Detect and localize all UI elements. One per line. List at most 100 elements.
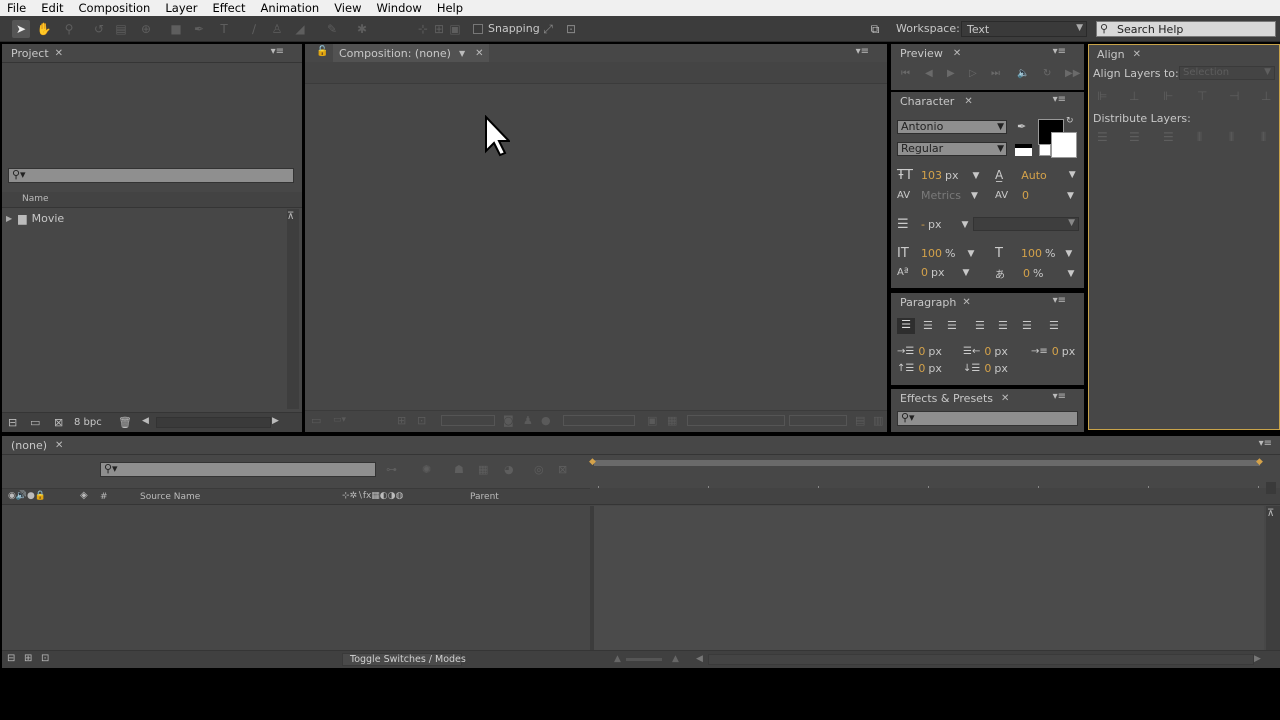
menu-layer[interactable]: Layer [158,1,205,16]
new-folder-icon[interactable]: ▭ [30,416,40,429]
ram-preview-icon[interactable]: ▶▶ [1065,68,1080,79]
snapping-checkbox[interactable] [473,24,483,34]
chevron-down-icon[interactable]: ▼ [973,171,980,181]
work-area-start-icon[interactable]: ◆ [589,457,596,467]
distribute-bottom-icon[interactable]: ☰ [1163,130,1174,144]
trash-icon[interactable]: 🗑 [118,416,132,429]
distribute-vertical-center-icon[interactable]: ☰ [1129,130,1140,144]
no-fill-icon[interactable] [1039,144,1051,156]
selection-tool-icon[interactable]: ➤ [12,20,30,38]
search-help-field[interactable]: ⚲ Search Help [1096,21,1276,37]
scroll-right-icon[interactable]: ▶ [272,416,279,426]
play-icon[interactable]: ▶ [947,68,955,79]
scroll-left-icon[interactable]: ◀ [696,654,703,664]
leading-value[interactable]: Auto [1021,169,1047,182]
tab-effects-presets[interactable]: Effects & Presets ✕ [900,389,1009,407]
close-icon[interactable]: ✕ [55,48,63,59]
tab-preview[interactable]: Preview ✕ [900,44,961,62]
stroke-color-swatch[interactable] [1051,132,1077,158]
distribute-right-icon[interactable]: ⫴ [1261,130,1266,145]
close-icon[interactable]: ✕ [953,48,961,59]
align-right-edges-icon[interactable]: ⊩ [1163,89,1173,103]
space-before-value[interactable]: 0 [918,362,925,375]
snap-edges-icon[interactable]: ⤢ [539,20,557,38]
project-scrollbar[interactable]: ⊼ [287,209,299,409]
workspace-select[interactable]: Text ▼ [961,21,1087,37]
layers-timegraph[interactable] [594,506,1264,650]
font-style-select[interactable]: Regular ▼ [897,142,1007,156]
transparency-grid-icon[interactable]: ▦ [667,414,677,427]
panel-menu-icon[interactable]: ▾≡ [1053,94,1066,105]
align-center-icon[interactable]: ☰ [923,319,933,332]
stroke-type-select[interactable]: ▼ [973,217,1079,231]
distribute-top-icon[interactable]: ☰ [1097,130,1108,144]
menu-effect[interactable]: Effect [205,1,253,16]
hand-tool-icon[interactable]: ✋ [35,20,53,38]
chevron-down-icon[interactable]: ▼ [967,249,974,259]
workspace-icon[interactable]: ⧉ [866,20,884,38]
eyedropper-icon[interactable]: ✒ [1017,120,1026,133]
eraser-tool-icon[interactable]: ◢ [291,20,309,38]
panel-menu-icon[interactable]: ▾≡ [271,46,284,57]
type-tool-icon[interactable]: T [215,20,233,38]
menu-file[interactable]: File [0,1,34,16]
menu-animation[interactable]: Animation [254,1,328,16]
chevron-down-icon[interactable]: ▼ [963,268,970,278]
justify-left-icon[interactable]: ☰ [975,319,985,332]
zoom-slider[interactable] [626,658,662,661]
disclosure-triangle-icon[interactable]: ▶ [6,214,12,223]
rotate-tool-icon[interactable]: ↺ [90,20,108,38]
shy-layers-icon[interactable]: ☗ [454,463,464,476]
align-left-icon[interactable]: ☰ [897,318,915,334]
grid-icon[interactable]: ⊞ [397,414,406,427]
panel-menu-icon[interactable]: ▾≡ [1259,438,1272,449]
tab-timeline-none[interactable]: (none) ✕ [11,436,63,454]
flowchart-icon[interactable]: ⊼ [1267,508,1274,519]
chevron-down-icon[interactable]: ▼ [971,191,978,201]
close-icon[interactable]: ✕ [962,297,970,308]
menu-composition[interactable]: Composition [72,1,159,16]
roto-brush-tool-icon[interactable]: ✎ [323,20,341,38]
align-vertical-center-icon[interactable]: ⊣ [1229,89,1239,103]
close-icon[interactable]: ✕ [55,440,63,451]
next-frame-icon[interactable]: ▷ [969,68,977,79]
fast-preview-icon[interactable]: ▥ [873,414,883,427]
pixel-aspect-icon[interactable]: ▤ [855,414,865,427]
audio-icon[interactable]: 🔈 [1017,68,1029,79]
work-area-end-icon[interactable]: ◆ [1256,457,1263,467]
clone-stamp-tool-icon[interactable]: ♙ [268,20,286,38]
menu-help[interactable]: Help [430,1,471,16]
zoom-tool-icon[interactable]: ⚲ [60,20,78,38]
menu-view[interactable]: View [327,1,369,16]
font-size-value[interactable]: 103 [921,169,942,182]
space-after-value[interactable]: 0 [984,362,991,375]
show-channel-icon[interactable]: ● [541,414,551,427]
zoom-out-icon[interactable]: ▲ [614,654,621,664]
font-family-select[interactable]: Antonio ▼ [897,120,1007,134]
panel-menu-icon[interactable]: ▾≡ [1053,391,1066,402]
tsume-value[interactable]: 0 [1023,267,1030,280]
rectangle-tool-icon[interactable]: ■ [167,20,185,38]
magnification-dropdown[interactable]: ▭▾ [333,415,346,425]
justify-right-icon[interactable]: ☰ [1022,319,1032,332]
chevron-down-icon[interactable]: ▼ [1069,170,1076,180]
effects-search-input[interactable]: ⚲▾ [897,411,1078,426]
align-to-select[interactable]: Selection ▼ [1179,66,1275,80]
panel-menu-icon[interactable]: ▾≡ [1053,46,1066,57]
swap-colors-icon[interactable]: ↻ [1066,116,1074,126]
comp-mini-flowchart-icon[interactable]: ⊶ [386,463,397,476]
chevron-down-icon[interactable]: ▼ [961,220,968,230]
work-area-bar[interactable] [594,460,1260,466]
tab-character[interactable]: Character ✕ [900,92,973,110]
timeline-vscroll-top[interactable] [1266,482,1276,494]
toggle-switches-modes-button[interactable]: Toggle Switches / Modes [342,653,466,666]
align-bottom-edges-icon[interactable]: ⊥ [1261,89,1271,103]
pan-behind-tool-icon[interactable]: ⊕ [137,20,155,38]
graph-editor-icon[interactable]: ◎ [534,463,544,476]
view-layout-dropdown[interactable] [789,415,847,426]
project-search-input[interactable]: ⚲▾ [8,168,294,183]
roi-icon[interactable]: ▣ [647,414,657,427]
timeline-search-input[interactable]: ⚲▾ [100,462,376,477]
interpret-footage-icon[interactable]: ⊟ [8,416,17,429]
expand-transfer-controls-icon[interactable]: ⊞ [24,653,32,664]
